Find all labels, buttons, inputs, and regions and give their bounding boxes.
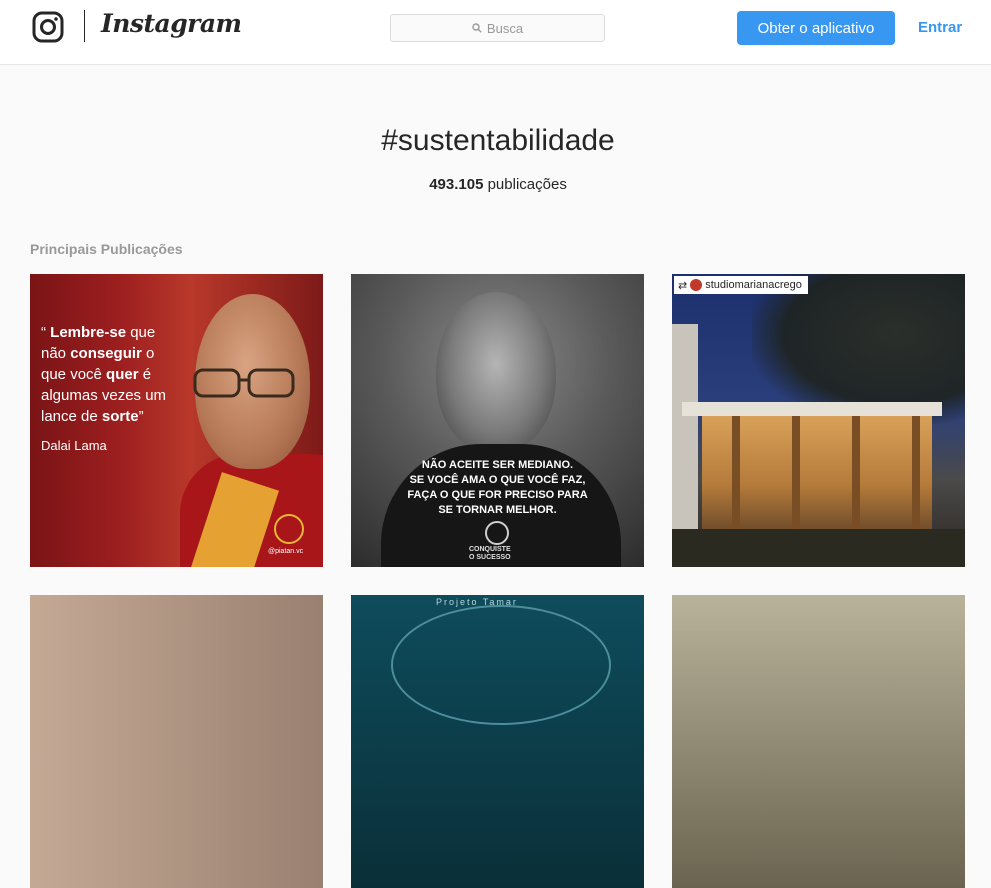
- brand-handle: @piatan.vc: [268, 548, 304, 555]
- portrait: [436, 292, 556, 452]
- brand-line: CONQUISTE: [469, 546, 511, 553]
- quote-part: não: [41, 345, 71, 362]
- house-column: [732, 414, 740, 534]
- brand-logo-icon: [274, 514, 304, 544]
- brand-line: O SUCESSO: [469, 554, 511, 561]
- quote-part: é: [138, 366, 152, 383]
- quote-text: “ Lembre-se que não conseguir o que você…: [41, 322, 191, 427]
- glasses-shape: [193, 368, 295, 398]
- post-caption: NÃO ACEITE SER MEDIANO. SE VOCÊ AMA O QU…: [351, 458, 644, 518]
- repost-chip: ⇄ studiomarianacrego: [674, 276, 808, 294]
- login-link[interactable]: Entrar: [918, 19, 962, 36]
- instagram-wordmark[interactable]: Instagram: [101, 9, 242, 38]
- quote-part: algumas vezes um: [41, 387, 167, 404]
- hashtag-title: #sustentabilidade: [381, 124, 615, 157]
- search-placeholder: Busca: [486, 20, 524, 36]
- quote-close: ”: [138, 408, 144, 425]
- brand-logo-icon: [485, 521, 509, 545]
- wall-shape: [672, 324, 698, 564]
- house-column: [852, 414, 860, 534]
- avatar: [690, 279, 703, 291]
- post-count-suffix: publicações: [487, 176, 567, 193]
- post-tile[interactable]: ⇄ studiomarianacrego: [672, 274, 965, 567]
- get-app-button[interactable]: Obter o aplicativo: [737, 11, 895, 45]
- quote-part: lance de: [41, 408, 102, 425]
- post-tile[interactable]: [672, 595, 965, 888]
- caption-line: SE VOCÊ AMA O QUE VOCÊ FAZ,: [409, 474, 586, 486]
- caption-line: SE TORNAR MELHOR.: [438, 504, 557, 516]
- post-tile[interactable]: Projeto Tamar: [351, 595, 644, 888]
- search-icon: [472, 23, 482, 33]
- quote-bold: sorte: [101, 408, 139, 425]
- quote-bold: quer: [106, 366, 139, 383]
- quote-bold: Lembre-se: [50, 324, 127, 341]
- quote-open: “: [41, 324, 51, 341]
- caption-line: NÃO ACEITE SER MEDIANO.: [421, 459, 574, 471]
- search-input[interactable]: Busca: [390, 14, 605, 42]
- quote-bold: conseguir: [70, 345, 142, 362]
- quote-part: que: [126, 324, 156, 341]
- repost-icon: ⇄: [678, 279, 688, 292]
- top-posts-heading: Principais Publicações: [30, 241, 183, 257]
- logo-divider: [84, 10, 85, 42]
- post-tile[interactable]: NÃO ACEITE SER MEDIANO. SE VOCÊ AMA O QU…: [351, 274, 644, 567]
- brand-name: CONQUISTE O SUCESSO: [469, 546, 511, 562]
- quote-part: o: [141, 345, 155, 362]
- quote-part: que você: [41, 366, 107, 383]
- top-navigation-bar: Instagram Busca Obter o aplicativo Entra…: [0, 0, 991, 65]
- ground-shape: [672, 529, 965, 567]
- house-column: [912, 414, 920, 534]
- caption-line: FAÇA O QUE FOR PRECISO PARA: [407, 489, 588, 501]
- roof-shape: [682, 402, 942, 416]
- logo-arc: [391, 605, 611, 725]
- instagram-glyph-icon[interactable]: [32, 11, 64, 43]
- quote-author: Dalai Lama: [41, 438, 107, 453]
- post-count-number: 493.105: [429, 176, 484, 193]
- post-count: 493.105 publicações: [0, 176, 991, 193]
- post-tile[interactable]: “ Lembre-se que não conseguir o que você…: [30, 274, 323, 567]
- post-text: Projeto Tamar: [436, 597, 518, 607]
- house-column: [792, 414, 800, 534]
- repost-username: studiomarianacrego: [705, 279, 802, 291]
- post-tile[interactable]: [30, 595, 323, 888]
